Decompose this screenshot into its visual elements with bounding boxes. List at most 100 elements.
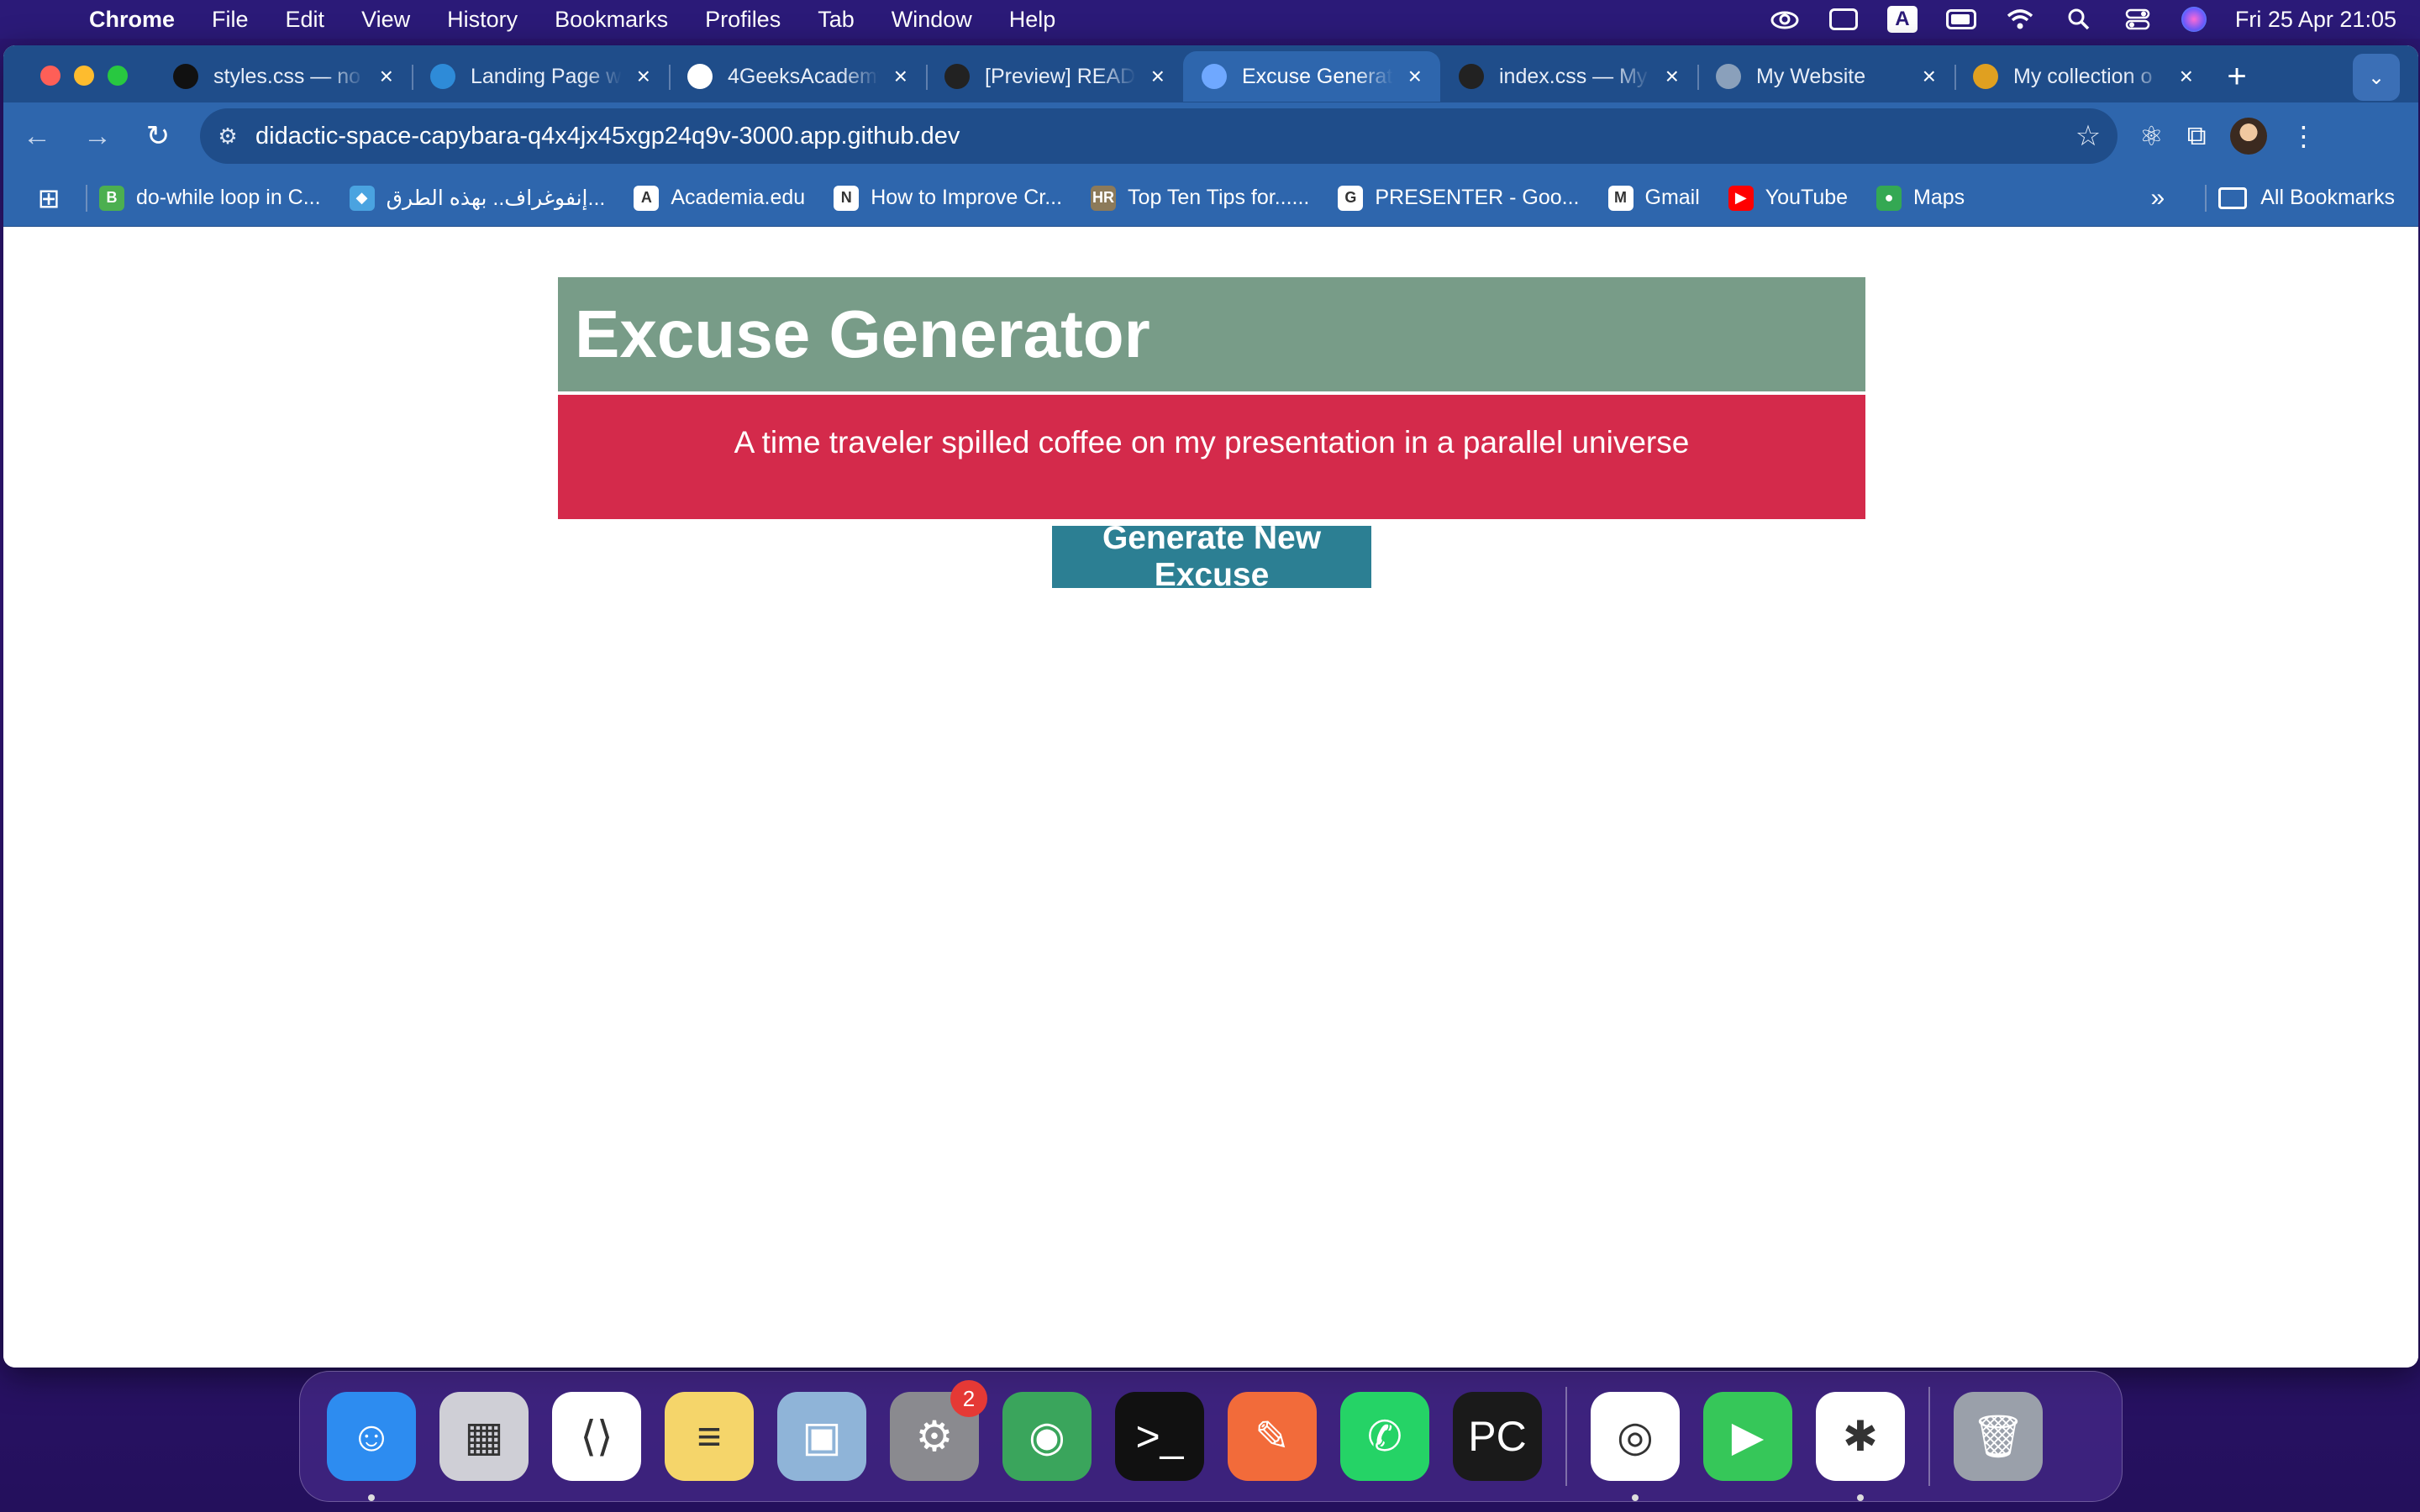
menu-tab[interactable]: Tab (799, 7, 873, 33)
tab-close-icon[interactable]: × (894, 63, 908, 90)
tab-close-icon[interactable]: × (2180, 63, 2193, 90)
all-bookmarks-button[interactable]: All Bookmarks (2218, 186, 2395, 210)
menu-profiles[interactable]: Profiles (687, 7, 799, 33)
bookmark-list: Bdo-while loop in C... ◆ إنفوغراف.. بهذه ا… (99, 185, 1993, 211)
menu-app-chrome[interactable]: Chrome (71, 7, 193, 33)
bookmark-item[interactable]: ● Maps (1876, 185, 1965, 211)
chrome-icon[interactable]: ◎ (1591, 1392, 1680, 1501)
extensions-puzzle-icon[interactable]: ⧉ (2187, 120, 2207, 152)
facetime-icon[interactable]: ▶ (1703, 1392, 1792, 1481)
react-devtools-icon[interactable]: ⚛ (2139, 120, 2164, 152)
launchpad-icon[interactable]: ▦ (439, 1392, 529, 1481)
menu-view[interactable]: View (343, 7, 429, 33)
close-window-button[interactable] (40, 66, 60, 86)
dock-separator (1565, 1387, 1567, 1486)
bookmark-label: إنفوغراف.. بهذه الطرق... (386, 186, 606, 210)
new-tab-button[interactable]: + (2212, 51, 2262, 102)
pycharm-icon[interactable]: PC (1453, 1392, 1542, 1481)
menubar-clock[interactable]: Fri 25 Apr 21:05 (2235, 7, 2396, 33)
bookmark-item[interactable]: Bdo-while loop in C... (99, 185, 321, 211)
bookmark-label: YouTube (1765, 186, 1849, 209)
vscode-icon[interactable]: ⟨⟩ (552, 1392, 641, 1481)
zoom-window-button[interactable] (108, 66, 128, 86)
tab-3[interactable]: 4GeeksAcademy × (669, 51, 926, 102)
control-center-icon[interactable] (2123, 8, 2153, 31)
wifi-icon[interactable] (2005, 8, 2035, 31)
bookmark-item[interactable]: ▶ YouTube (1728, 185, 1849, 211)
bookmark-label: PRESENTER - Goo... (1375, 186, 1580, 209)
menu-history[interactable]: History (429, 7, 536, 33)
system-settings-icon[interactable]: ⚙ 2 (890, 1380, 987, 1481)
bookmark-item[interactable]: G PRESENTER - Goo... (1338, 185, 1580, 211)
bookmark-item[interactable]: M Gmail (1607, 185, 1700, 211)
creative-cloud-icon[interactable] (1770, 8, 1800, 31)
bookmark-item[interactable]: A Academia.edu (634, 185, 805, 211)
preview-icon[interactable]: ▣ (777, 1392, 866, 1481)
tab-close-icon[interactable]: × (1408, 63, 1422, 90)
back-button[interactable]: ← (10, 109, 64, 163)
bookmark-star-icon[interactable]: ☆ (2059, 119, 2118, 153)
tab-close-icon[interactable]: × (1665, 63, 1679, 90)
finder-glyph: ☺ (350, 1413, 393, 1460)
menu-edit[interactable]: Edit (267, 7, 344, 33)
browser-toolbar: ← → ↻ ⚙ didactic-space-capybara-q4x4jx45… (3, 102, 2418, 170)
menu-bookmarks[interactable]: Bookmarks (536, 7, 687, 33)
apps-grid-icon[interactable]: ⊞ (24, 182, 74, 214)
hr-icon: HR (1091, 185, 1117, 211)
reload-button[interactable]: ↻ (131, 109, 185, 163)
tab-title: Landing Page w (471, 64, 622, 88)
tab-7[interactable]: My Website × (1697, 51, 1954, 102)
tab-close-icon[interactable]: × (380, 63, 393, 90)
tab-5[interactable]: Excuse Generator × (1183, 51, 1440, 102)
tab-6[interactable]: index.css — My × (1440, 51, 1697, 102)
notes-icon[interactable]: ≡ (665, 1392, 754, 1481)
whatsapp-glyph: ✆ (1367, 1413, 1402, 1460)
tab-1[interactable]: styles.css — no × (155, 51, 412, 102)
postman-icon[interactable]: ✎ (1228, 1392, 1317, 1481)
battery-icon[interactable] (1945, 8, 1976, 31)
chrome-menu-icon[interactable]: ⋮ (2291, 120, 2317, 152)
tab-8[interactable]: My collection o × (1954, 51, 2212, 102)
more-bookmarks-icon[interactable]: » (2151, 184, 2165, 213)
bookmarks-divider (2205, 184, 2207, 212)
tab-title: Excuse Generator (1242, 64, 1393, 88)
generate-excuse-button[interactable]: Generate New Excuse (1052, 520, 1371, 593)
bookmark-item[interactable]: ◆ إنفوغراف.. بهذه الطرق... (349, 185, 606, 211)
back-arrow-icon (430, 64, 455, 89)
menu-window[interactable]: Window (873, 7, 991, 33)
address-bar[interactable]: ⚙ didactic-space-capybara-q4x4jx45xgp24q… (200, 108, 2118, 164)
trash-icon[interactable]: 🗑 (1954, 1392, 2043, 1481)
bookmark-label: Gmail (1644, 186, 1700, 209)
tab-close-icon[interactable]: × (1923, 63, 1936, 90)
profile-avatar[interactable] (2229, 118, 2267, 155)
spotlight-search-icon[interactable] (2064, 8, 2094, 31)
minimize-window-button[interactable] (74, 66, 94, 86)
tab-close-icon[interactable]: × (1151, 63, 1165, 90)
address-url[interactable]: didactic-space-capybara-q4x4jx45xgp24q9v… (255, 123, 2059, 150)
window-controls (40, 66, 128, 86)
input-source-icon[interactable]: A (1886, 6, 1918, 33)
site-settings-icon[interactable]: ⚙ (200, 123, 255, 150)
bookmark-label: do-while loop in C... (136, 186, 321, 209)
whatsapp-icon[interactable]: ✆ (1340, 1392, 1429, 1481)
terminal-icon[interactable]: >_ (1115, 1392, 1204, 1481)
tab-search-icon[interactable]: ⌄ (2353, 54, 2400, 101)
tab-2[interactable]: Landing Page w × (412, 51, 669, 102)
bookmark-item[interactable]: HR Top Ten Tips for...... (1091, 185, 1309, 211)
menu-file[interactable]: File (193, 7, 267, 33)
siri-icon[interactable] (2181, 7, 2207, 32)
stage-manager-icon[interactable] (1828, 8, 1859, 31)
tab-title: [Preview] README (985, 64, 1136, 88)
tab-4[interactable]: [Preview] README × (926, 51, 1183, 102)
slack-icon[interactable]: ✱ (1816, 1392, 1905, 1501)
slack-glyph: ✱ (1843, 1413, 1878, 1460)
menu-help[interactable]: Help (991, 7, 1075, 33)
forward-button[interactable]: → (71, 109, 124, 163)
finder-icon[interactable]: ☺ (327, 1392, 416, 1501)
bookmark-item[interactable]: N How to Improve Cr... (834, 185, 1063, 211)
n-icon: N (834, 185, 860, 211)
codespace-icon (1202, 64, 1227, 89)
bookmark-label: How to Improve Cr... (871, 186, 1063, 209)
tab-close-icon[interactable]: × (637, 63, 650, 90)
tableplus-icon[interactable]: ◉ (1002, 1392, 1092, 1481)
